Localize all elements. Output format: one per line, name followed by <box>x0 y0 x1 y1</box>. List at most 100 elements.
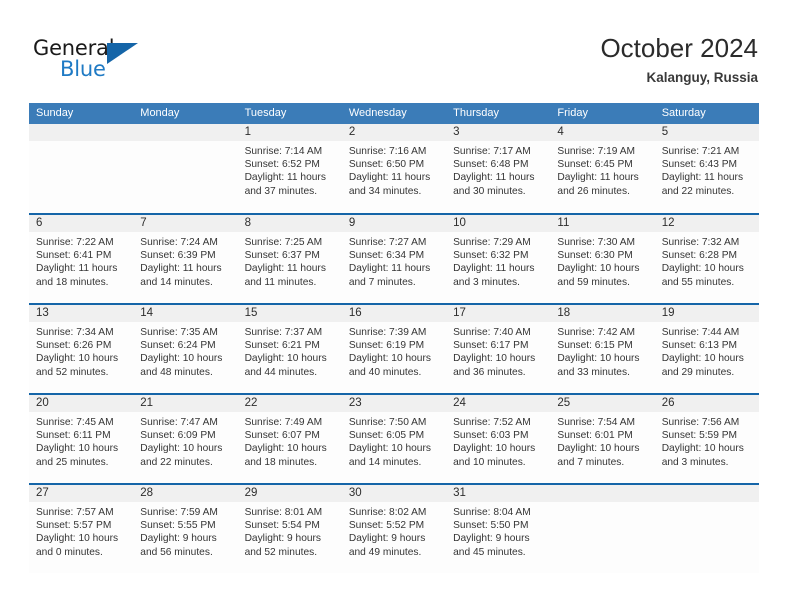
day-sun-info: Sunrise: 7:29 AM Sunset: 6:32 PM Dayligh… <box>453 237 535 288</box>
calendar-day-cell[interactable]: 7 Sunrise: 7:24 AM Sunset: 6:39 PM Daylig… <box>133 215 238 303</box>
day-number: 17 <box>446 305 551 322</box>
day-number: 24 <box>446 395 551 412</box>
calendar-week-row: 20 Sunrise: 7:45 AM Sunset: 6:11 PM Dayli… <box>29 393 759 483</box>
weekday-header-friday: Friday <box>557 107 588 119</box>
day-sun-info <box>550 502 654 506</box>
calendar-day-cell[interactable]: 15 Sunrise: 7:37 AM Sunset: 6:21 PM Dayli… <box>237 305 342 393</box>
calendar-day-cell[interactable]: 29 Sunrise: 8:01 AM Sunset: 5:54 PM Dayli… <box>237 485 342 573</box>
day-sun-info: Sunrise: 7:25 AM Sunset: 6:37 PM Dayligh… <box>244 237 326 288</box>
day-sun-info: Sunrise: 7:54 AM Sunset: 6:01 PM Dayligh… <box>557 417 640 468</box>
day-number: 14 <box>133 305 238 322</box>
calendar-day-cell[interactable]: 6 Sunrise: 7:22 AM Sunset: 6:41 PM Daylig… <box>29 215 134 303</box>
calendar-day-cell[interactable]: 22 Sunrise: 7:49 AM Sunset: 6:07 PM Dayli… <box>237 395 342 483</box>
day-sun-info: Sunrise: 7:56 AM Sunset: 5:59 PM Dayligh… <box>661 417 744 468</box>
calendar-week-row: 27 Sunrise: 7:57 AM Sunset: 5:57 PM Dayli… <box>29 483 759 573</box>
day-sun-info: Sunrise: 7:21 AM Sunset: 6:43 PM Dayligh… <box>661 146 744 197</box>
calendar-weeks: 1 Sunrise: 7:14 AM Sunset: 6:52 PM Daylig… <box>29 124 759 573</box>
day-number: 19 <box>654 305 759 322</box>
day-sun-info <box>655 502 759 506</box>
day-sun-info: Sunrise: 7:19 AM Sunset: 6:45 PM Dayligh… <box>557 146 639 197</box>
day-number: 12 <box>654 215 759 232</box>
day-number: 13 <box>29 305 134 322</box>
day-number: 3 <box>446 124 551 141</box>
day-number: 16 <box>341 305 447 322</box>
day-number <box>550 485 655 502</box>
day-sun-info: Sunrise: 7:39 AM Sunset: 6:19 PM Dayligh… <box>348 327 431 378</box>
calendar-day-cell[interactable]: 1 Sunrise: 7:14 AM Sunset: 6:52 PM Daylig… <box>237 124 342 213</box>
day-sun-info: Sunrise: 7:50 AM Sunset: 6:05 PM Dayligh… <box>348 417 431 468</box>
logo-text-blue: Blue <box>60 57 106 81</box>
day-number: 6 <box>29 215 134 232</box>
calendar-day-cell[interactable]: 5 Sunrise: 7:21 AM Sunset: 6:43 PM Daylig… <box>654 124 759 213</box>
day-number <box>654 485 759 502</box>
calendar-day-cell[interactable]: 18 Sunrise: 7:42 AM Sunset: 6:15 PM Dayli… <box>550 305 655 393</box>
day-sun-info: Sunrise: 7:34 AM Sunset: 6:26 PM Dayligh… <box>36 327 119 378</box>
day-number: 28 <box>133 485 238 502</box>
weekday-header-row: Sunday Monday Tuesday Wednesday Thursday Frid… <box>29 103 759 124</box>
calendar-day-cell[interactable]: 4 Sunrise: 7:19 AM Sunset: 6:45 PM Daylig… <box>550 124 655 213</box>
calendar-day-cell[interactable]: 14 Sunrise: 7:35 AM Sunset: 6:24 PM Dayli… <box>133 305 238 393</box>
calendar-week-row: 6 Sunrise: 7:22 AM Sunset: 6:41 PM Daylig… <box>29 213 759 303</box>
calendar-day-cell[interactable]: 8 Sunrise: 7:25 AM Sunset: 6:37 PM Daylig… <box>237 215 342 303</box>
calendar-day-cell[interactable]: 12 Sunrise: 7:32 AM Sunset: 6:28 PM Dayli… <box>654 215 759 303</box>
day-number: 29 <box>237 485 342 502</box>
day-number: 26 <box>654 395 759 412</box>
day-sun-info <box>29 141 133 145</box>
day-number <box>29 124 134 141</box>
calendar-day-cell-empty <box>29 124 134 213</box>
calendar-day-cell[interactable]: 3 Sunrise: 7:17 AM Sunset: 6:48 PM Daylig… <box>446 124 551 213</box>
day-sun-info: Sunrise: 7:22 AM Sunset: 6:41 PM Dayligh… <box>36 237 118 288</box>
calendar-day-cell[interactable]: 23 Sunrise: 7:50 AM Sunset: 6:05 PM Dayli… <box>341 395 447 483</box>
calendar-day-cell[interactable]: 27 Sunrise: 7:57 AM Sunset: 5:57 PM Dayli… <box>29 485 134 573</box>
day-number: 7 <box>133 215 238 232</box>
calendar-day-cell[interactable]: 31 Sunrise: 8:04 AM Sunset: 5:50 PM Dayli… <box>446 485 551 573</box>
calendar-day-cell[interactable]: 26 Sunrise: 7:56 AM Sunset: 5:59 PM Dayli… <box>654 395 759 483</box>
day-sun-info: Sunrise: 7:24 AM Sunset: 6:39 PM Dayligh… <box>140 237 222 288</box>
page-title: October 2024 <box>600 33 758 63</box>
calendar-day-cell[interactable]: 17 Sunrise: 7:40 AM Sunset: 6:17 PM Dayli… <box>446 305 551 393</box>
calendar-day-cell[interactable]: 30 Sunrise: 8:02 AM Sunset: 5:52 PM Dayli… <box>341 485 447 573</box>
day-sun-info: Sunrise: 7:42 AM Sunset: 6:15 PM Dayligh… <box>557 327 640 378</box>
calendar-day-cell[interactable]: 11 Sunrise: 7:30 AM Sunset: 6:30 PM Dayli… <box>550 215 655 303</box>
day-sun-info: Sunrise: 7:49 AM Sunset: 6:07 PM Dayligh… <box>244 417 327 468</box>
day-sun-info: Sunrise: 7:32 AM Sunset: 6:28 PM Dayligh… <box>661 237 744 288</box>
day-number: 21 <box>133 395 238 412</box>
calendar-day-cell[interactable]: 20 Sunrise: 7:45 AM Sunset: 6:11 PM Dayli… <box>29 395 134 483</box>
calendar-day-cell[interactable]: 28 Sunrise: 7:59 AM Sunset: 5:55 PM Dayli… <box>133 485 238 573</box>
page-subtitle: Kalanguy, Russia <box>646 70 758 85</box>
calendar-day-cell[interactable]: 9 Sunrise: 7:27 AM Sunset: 6:34 PM Daylig… <box>341 215 447 303</box>
day-sun-info: Sunrise: 7:57 AM Sunset: 5:57 PM Dayligh… <box>36 507 119 558</box>
weekday-header-wednesday: Wednesday <box>348 107 407 119</box>
day-number: 22 <box>237 395 342 412</box>
day-sun-info: Sunrise: 7:35 AM Sunset: 6:24 PM Dayligh… <box>140 327 223 378</box>
day-number: 2 <box>341 124 447 141</box>
logo-triangle-icon <box>107 43 138 64</box>
day-number: 23 <box>341 395 447 412</box>
day-number: 30 <box>341 485 447 502</box>
calendar-day-cell[interactable]: 13 Sunrise: 7:34 AM Sunset: 6:26 PM Dayli… <box>29 305 134 393</box>
calendar-day-cell[interactable]: 19 Sunrise: 7:44 AM Sunset: 6:13 PM Dayli… <box>654 305 759 393</box>
calendar-day-cell[interactable]: 10 Sunrise: 7:29 AM Sunset: 6:32 PM Dayli… <box>446 215 551 303</box>
calendar-grid: Sunday Monday Tuesday Wednesday Thursday Frid… <box>29 103 759 573</box>
day-sun-info: Sunrise: 7:14 AM Sunset: 6:52 PM Dayligh… <box>244 146 326 197</box>
calendar-day-cell[interactable]: 21 Sunrise: 7:47 AM Sunset: 6:09 PM Dayli… <box>133 395 238 483</box>
calendar-day-cell-empty <box>133 124 238 213</box>
day-number: 20 <box>29 395 134 412</box>
calendar-day-cell[interactable]: 2 Sunrise: 7:16 AM Sunset: 6:50 PM Daylig… <box>341 124 447 213</box>
calendar-day-cell[interactable]: 16 Sunrise: 7:39 AM Sunset: 6:19 PM Dayli… <box>341 305 447 393</box>
weekday-header-saturday: Saturday <box>661 107 706 119</box>
day-sun-info: Sunrise: 7:37 AM Sunset: 6:21 PM Dayligh… <box>244 327 327 378</box>
day-number <box>133 124 238 141</box>
day-sun-info: Sunrise: 7:17 AM Sunset: 6:48 PM Dayligh… <box>453 146 535 197</box>
calendar-week-row: 1 Sunrise: 7:14 AM Sunset: 6:52 PM Daylig… <box>29 124 759 213</box>
day-number: 31 <box>446 485 551 502</box>
day-sun-info: Sunrise: 7:40 AM Sunset: 6:17 PM Dayligh… <box>453 327 536 378</box>
day-number: 11 <box>550 215 655 232</box>
day-sun-info: Sunrise: 7:52 AM Sunset: 6:03 PM Dayligh… <box>453 417 536 468</box>
calendar-day-cell[interactable]: 25 Sunrise: 7:54 AM Sunset: 6:01 PM Dayli… <box>550 395 655 483</box>
day-sun-info: Sunrise: 7:30 AM Sunset: 6:30 PM Dayligh… <box>557 237 640 288</box>
day-sun-info <box>133 141 237 145</box>
calendar-day-cell[interactable]: 24 Sunrise: 7:52 AM Sunset: 6:03 PM Dayli… <box>446 395 551 483</box>
day-number: 1 <box>237 124 342 141</box>
general-blue-logo[interactable]: General Blue <box>33 36 153 84</box>
